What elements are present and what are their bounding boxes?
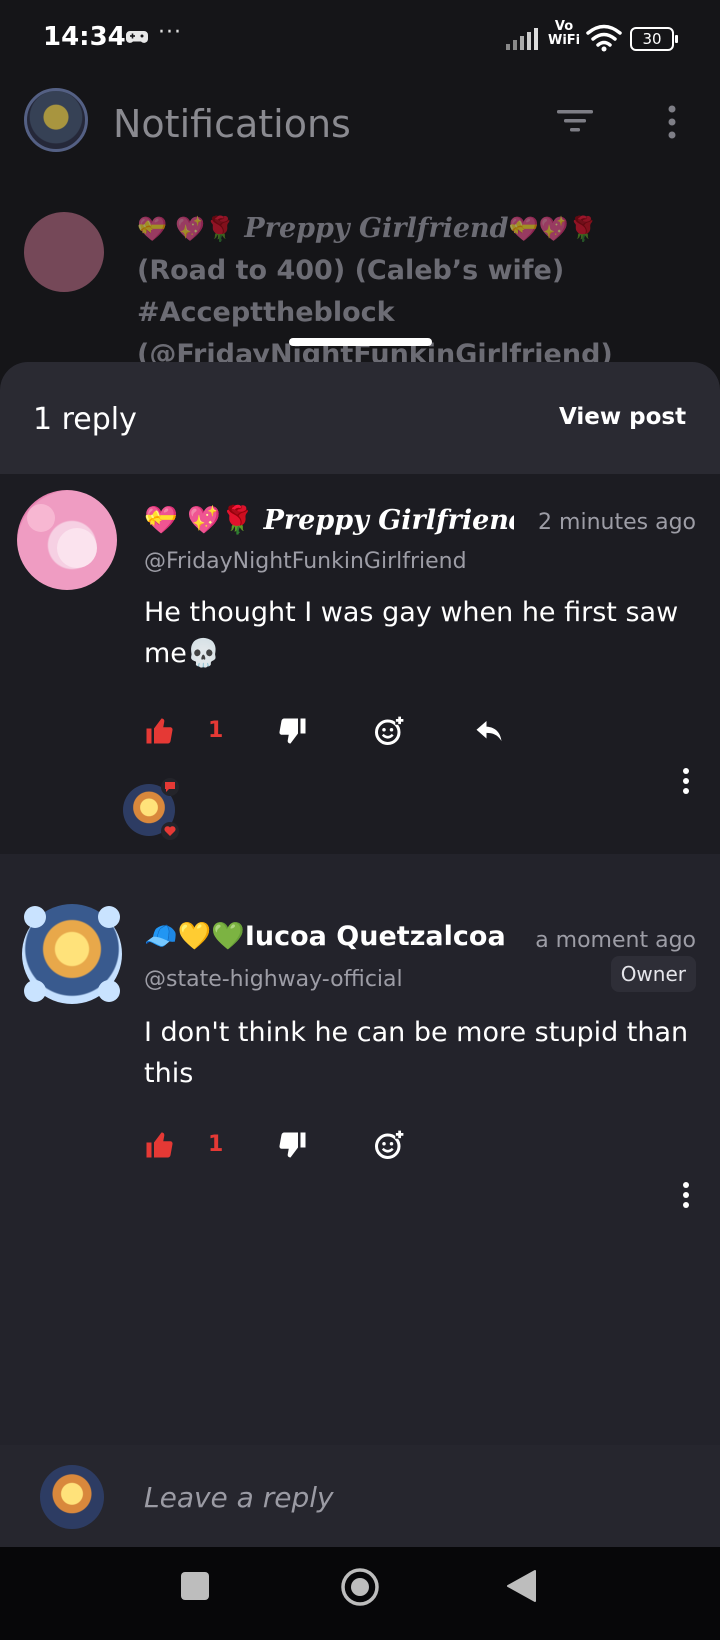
comment-time: a moment ago (535, 928, 696, 953)
add-reaction-icon (375, 716, 404, 745)
like-button[interactable] (144, 716, 174, 752)
comment-actions: 1 (144, 716, 704, 756)
reply-composer (0, 1445, 720, 1547)
avatar-face (57, 528, 97, 568)
notification-line2: (Road to 400) (Caleb’s wife) (137, 255, 565, 286)
comment-author[interactable]: 🧢💛💚Iucoa Quetzalcoat (144, 920, 504, 952)
background-notification: 💝 💖🌹 Preppy Girlfriend💝💖🌹 (Road to 400) … (0, 180, 720, 380)
comment-more-icon[interactable] (682, 768, 690, 794)
comment-more-icon[interactable] (682, 1182, 690, 1208)
like-count: 1 (208, 1132, 224, 1157)
comment-handle: @FridayNightFunkinGirlfriend (144, 549, 467, 574)
author-emoji: 🧢💛💚 (144, 921, 245, 952)
comment-time: 2 minutes ago (538, 510, 696, 535)
profile-avatar[interactable] (24, 88, 88, 152)
comment-avatar[interactable] (17, 490, 117, 590)
notification-avatar (24, 212, 104, 292)
thumbs-down-icon (279, 718, 306, 744)
like-count: 1 (208, 718, 224, 743)
thumbs-up-icon (146, 1132, 173, 1158)
avatar-heart (24, 980, 46, 1002)
sheet-drag-handle[interactable] (289, 338, 432, 346)
sheet-header: 1 reply View post (0, 362, 720, 474)
comment-item: 🧢💛💚Iucoa Quetzalcoat a moment ago @state… (0, 892, 720, 1412)
notification-emoji-left: 💝 💖🌹 (137, 215, 236, 243)
comment-handle: @state-highway-official (144, 967, 403, 992)
reply-badge-icon (161, 778, 179, 796)
comment-avatar[interactable] (22, 904, 122, 1004)
page-title: Notifications (113, 102, 351, 146)
comment-body: I don't think he can be more stupid than… (144, 1017, 689, 1089)
replies-sheet: 1 reply View post 💝 💖🌹 Preppy Girlfriend… (0, 362, 720, 1547)
app-header: Notifications (0, 80, 720, 180)
signal-icon (506, 28, 538, 50)
view-post-button[interactable]: View post (559, 404, 686, 430)
add-reaction-icon (375, 1130, 404, 1159)
dislike-button[interactable] (278, 1130, 308, 1166)
thumbs-up-icon (146, 718, 173, 744)
system-nav-bar (0, 1547, 720, 1640)
status-time: 14:34 (43, 22, 126, 52)
avatar-flower (27, 504, 55, 532)
recents-icon[interactable] (180, 1571, 210, 1601)
notification-name: Preppy Girlfriend (244, 213, 509, 244)
vowifi-label: Vo WiFi (548, 20, 580, 48)
vowifi-top: Vo (554, 19, 574, 34)
add-reaction-button[interactable] (374, 716, 404, 752)
wifi-icon (586, 24, 622, 52)
back-icon[interactable] (505, 1569, 537, 1603)
notification-emoji-right: 💝💖🌹 (508, 215, 599, 243)
reply-button[interactable] (474, 716, 504, 752)
filter-icon[interactable] (557, 108, 593, 134)
owner-badge: Owner (610, 956, 696, 992)
avatar-heart (24, 906, 46, 928)
reactor-avatar[interactable] (123, 778, 179, 840)
like-button[interactable] (144, 1130, 174, 1166)
avatar-heart (98, 980, 120, 1002)
composer-avatar (40, 1465, 104, 1529)
status-bar: 14:34 ··· Vo WiFi 30 (0, 0, 720, 80)
thumbs-down-icon (279, 1132, 306, 1158)
home-icon[interactable] (340, 1567, 380, 1607)
avatar-heart (98, 906, 120, 928)
reply-count: 1 reply (33, 402, 137, 437)
reply-input[interactable] (144, 1475, 664, 1519)
reply-icon (476, 721, 502, 741)
comment-item: 💝 💖🌹 Preppy Girlfriend 2 minutes ago @Fr… (0, 474, 720, 854)
add-reaction-button[interactable] (374, 1130, 404, 1166)
screen: 14:34 ··· Vo WiFi 30 Notifications 💝 💖🌹 … (0, 0, 720, 1640)
author-emoji: 💝 💖🌹 (144, 505, 264, 536)
comment-actions: 1 (144, 1130, 704, 1170)
comment-body: He thought I was gay when he first saw m… (144, 597, 679, 669)
more-vert-icon[interactable] (664, 104, 680, 140)
dislike-button[interactable] (278, 716, 308, 752)
notification-line3: #Accepttheblock (137, 297, 395, 328)
battery-icon: 30 (630, 27, 678, 51)
gamepad-icon (126, 31, 148, 43)
author-name: Preppy Girlfriend (263, 505, 514, 536)
notification-text: 💝 💖🌹 Preppy Girlfriend💝💖🌹 (Road to 400) … (137, 208, 697, 376)
heart-badge-icon (161, 822, 179, 840)
author-name: Iucoa Quetzalcoat (244, 921, 504, 952)
status-more-dots: ··· (158, 20, 182, 45)
comment-author[interactable]: 💝 💖🌹 Preppy Girlfriend (144, 504, 514, 536)
vowifi-bottom: WiFi (548, 33, 581, 48)
